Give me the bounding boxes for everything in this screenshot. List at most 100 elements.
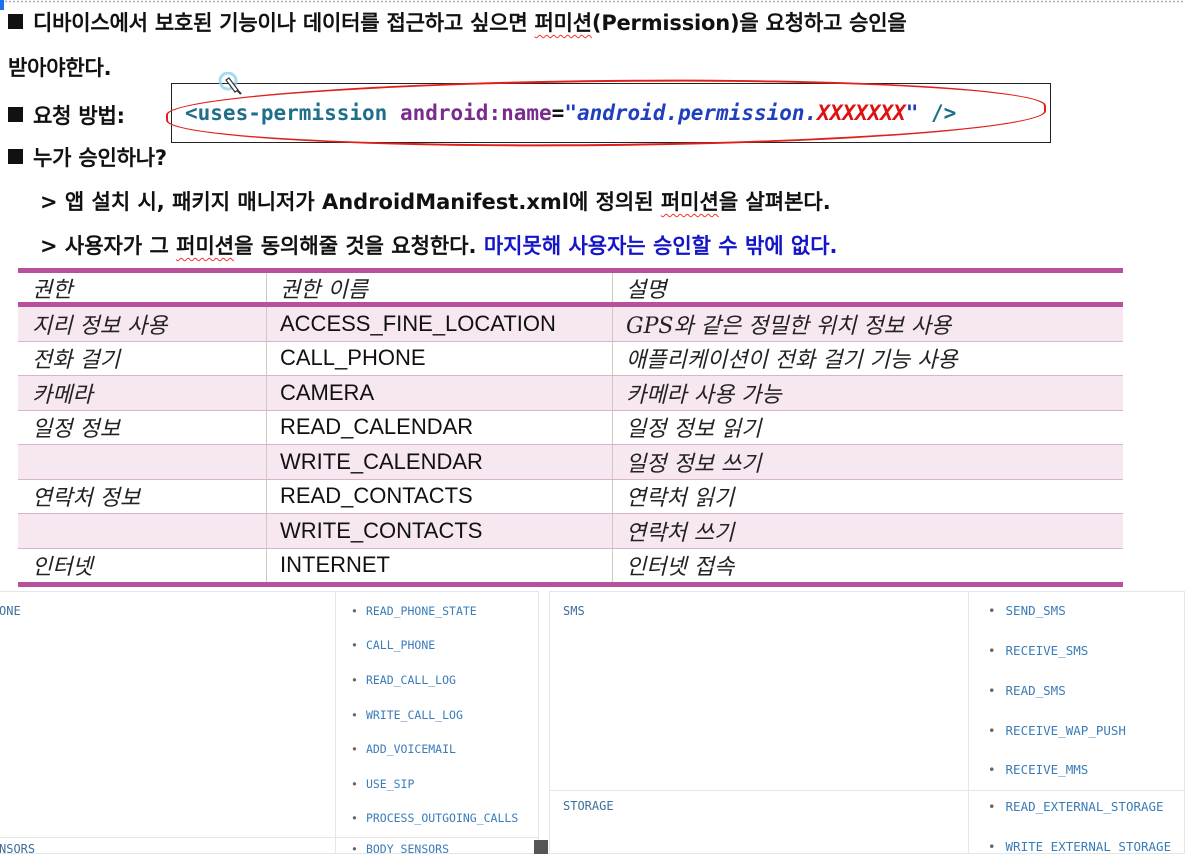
pen-cursor-icon	[218, 72, 242, 95]
table-row: WRITE_CALENDAR 일정 정보 쓰기	[18, 445, 1123, 480]
bullet-dot: •	[351, 673, 358, 687]
row-permission-name: WRITE_CONTACTS	[267, 514, 613, 548]
row-group: 일정 정보	[18, 410, 267, 444]
list-item: • ADD_VOICEMAIL	[351, 742, 456, 756]
item-separator	[335, 837, 538, 838]
bullet-dot: •	[988, 643, 996, 658]
bullet-dot: •	[351, 708, 358, 722]
table-row: 지리 정보 사용 ACCESS_FINE_LOCATION GPS와 같은 정밀…	[18, 307, 1123, 342]
list-item: • READ_SMS	[988, 683, 1066, 698]
top-dotted-border	[0, 0, 1185, 3]
row-group: 카메라	[18, 376, 267, 410]
bullet-dot: •	[988, 603, 996, 618]
row-permission-name: CAMERA	[267, 376, 613, 410]
row-permission-name: WRITE_CALENDAR	[267, 445, 613, 479]
bullet-dot: •	[351, 811, 358, 825]
group-sms-label: SMS	[563, 604, 585, 618]
panel-gap	[539, 591, 549, 854]
permission-item-label: BODY_SENSORS	[365, 842, 450, 854]
bullet-dot: •	[988, 723, 996, 738]
permission-item-label: WRITE_CALL_LOG	[365, 708, 463, 722]
table-row: WRITE_CONTACTS 연락처 쓰기	[18, 514, 1123, 549]
table-header-row: 권한 권한 이름 설명	[18, 273, 1123, 303]
bullet-user-permission: 퍼미션	[176, 234, 235, 258]
row-group: 지리 정보 사용	[18, 307, 267, 341]
slide-edge-marker	[0, 0, 4, 10]
bullet-dot: •	[351, 638, 358, 652]
list-item: • PROCESS_OUTGOING_CALLS	[351, 811, 518, 825]
bullet-user-highlight: 마지못해 사용자는 승인할 수 밖에 없다.	[483, 234, 838, 258]
intro-permission-word: 퍼미션	[534, 11, 593, 35]
bullet-install-permission: 퍼미션	[660, 190, 719, 214]
row-description: 애플리케이션이 전화 걸기 기능 사용	[626, 348, 958, 374]
row-description: 연락처 쓰기	[626, 520, 735, 546]
row-description: 연락처 읽기	[626, 486, 735, 512]
intro-line-2: 받아야한다.	[8, 56, 112, 80]
table-bottom-rule	[18, 582, 1123, 587]
row-description: 일정 정보 읽기	[626, 417, 762, 443]
permission-item-label: CALL_PHONE	[365, 638, 436, 652]
list-item: • READ_EXTERNAL_STORAGE	[988, 799, 1164, 814]
dangerous-permissions-panel-right: SMS STORAGE • SEND_SMS • RECEIVE_SMS • READ…	[549, 591, 1185, 854]
row-permission-name: CALL_PHONE	[267, 341, 613, 375]
intro-text-end: (Permission)을 요청하고 승인을	[591, 11, 907, 35]
intro-text: 디바이스에서 보호된 기능이나 데이터를 접근하고 싶으면	[33, 11, 535, 35]
bullet-dot: •	[988, 683, 996, 698]
header-description: 설명	[626, 277, 667, 303]
bullet-user: > 사용자가 그 퍼미션을 동의해줄 것을 요청한다. 마지못해 사용자는 승인…	[40, 230, 838, 260]
list-item: • USE_SIP	[351, 777, 414, 791]
bullet-install-text: > 앱 설치 시, 패키지 매니저가 AndroidManifest.xml에 …	[40, 190, 661, 214]
row-description: 인터넷 접속	[626, 555, 735, 581]
panel-divider	[968, 592, 969, 853]
request-method-label: 요청 방법:	[33, 104, 125, 128]
table-row: 인터넷 INTERNET 인터넷 접속	[18, 548, 1123, 582]
scroll-corner	[534, 840, 548, 854]
permission-item-label: READ_EXTERNAL_STORAGE	[1005, 799, 1164, 814]
list-item: • WRITE_CALL_LOG	[351, 708, 463, 722]
row-group: 인터넷	[18, 548, 267, 582]
who-approves-label: 누가 승인하나?	[33, 146, 167, 170]
list-item: • BODY_SENSORS	[351, 842, 450, 854]
intro-line-1: 디바이스에서 보호된 기능이나 데이터를 접근하고 싶으면 퍼미션(Permis…	[8, 7, 907, 37]
permission-item-label: USE_SIP	[365, 777, 415, 791]
list-item: • CALL_PHONE	[351, 638, 435, 652]
group-separator	[550, 790, 1184, 791]
bullet-dot: •	[351, 742, 358, 756]
permission-item-label: READ_CALL_LOG	[365, 673, 456, 687]
table-row: 연락처 정보 READ_CONTACTS 연락처 읽기	[18, 479, 1123, 514]
bullet-user-mid: 을 동의해줄 것을 요청한다.	[234, 234, 484, 258]
group-phone-label: ONE	[0, 604, 21, 618]
group-sensors-label: NSORS	[0, 842, 36, 854]
row-description: 카메라 사용 가능	[626, 382, 782, 408]
row-permission-name: READ_CONTACTS	[267, 479, 613, 513]
list-item: • RECEIVE_WAP_PUSH	[988, 723, 1126, 738]
list-item: • WRITE_EXTERNAL_STORAGE	[988, 839, 1172, 854]
row-permission-name: ACCESS_FINE_LOCATION	[267, 307, 613, 341]
list-item: • READ_PHONE_STATE	[351, 604, 477, 618]
header-permission-name: 권한 이름	[267, 273, 613, 303]
bullet-user-text: > 사용자가 그	[40, 234, 177, 258]
square-bullet-icon	[8, 149, 23, 164]
permission-item-label: WRITE_EXTERNAL_STORAGE	[1005, 839, 1172, 854]
permission-item-label: READ_PHONE_STATE	[365, 604, 477, 618]
group-storage-label: STORAGE	[563, 799, 614, 813]
group-separator	[0, 837, 335, 838]
bullet-dot: •	[351, 842, 358, 854]
permission-item-label: ADD_VOICEMAIL	[365, 742, 456, 756]
square-bullet-icon	[8, 14, 23, 29]
row-group: 전화 걸기	[18, 341, 267, 375]
permission-item-label: RECEIVE_WAP_PUSH	[1005, 723, 1126, 738]
row-description: GPS와 같은 정밀한 위치 정보 사용	[626, 313, 952, 339]
bullet-dot: •	[351, 777, 358, 791]
permission-item-label: RECEIVE_MMS	[1005, 762, 1089, 777]
permission-item-label: READ_SMS	[1005, 683, 1066, 698]
list-item: • SEND_SMS	[988, 603, 1066, 618]
square-bullet-icon	[8, 107, 23, 122]
request-method-line: 요청 방법:	[8, 100, 125, 130]
table-row: 전화 걸기 CALL_PHONE 애플리케이션이 전화 걸기 기능 사용	[18, 341, 1123, 376]
dangerous-permissions-panel-left: ONE NSORS • READ_PHONE_STATE • CALL_PHONE …	[0, 591, 539, 854]
bullet-install: > 앱 설치 시, 패키지 매니저가 AndroidManifest.xml에 …	[40, 186, 831, 216]
panel-divider	[335, 592, 336, 853]
who-approves-line: 누가 승인하나?	[8, 142, 167, 172]
table-row: 카메라 CAMERA 카메라 사용 가능	[18, 376, 1123, 411]
